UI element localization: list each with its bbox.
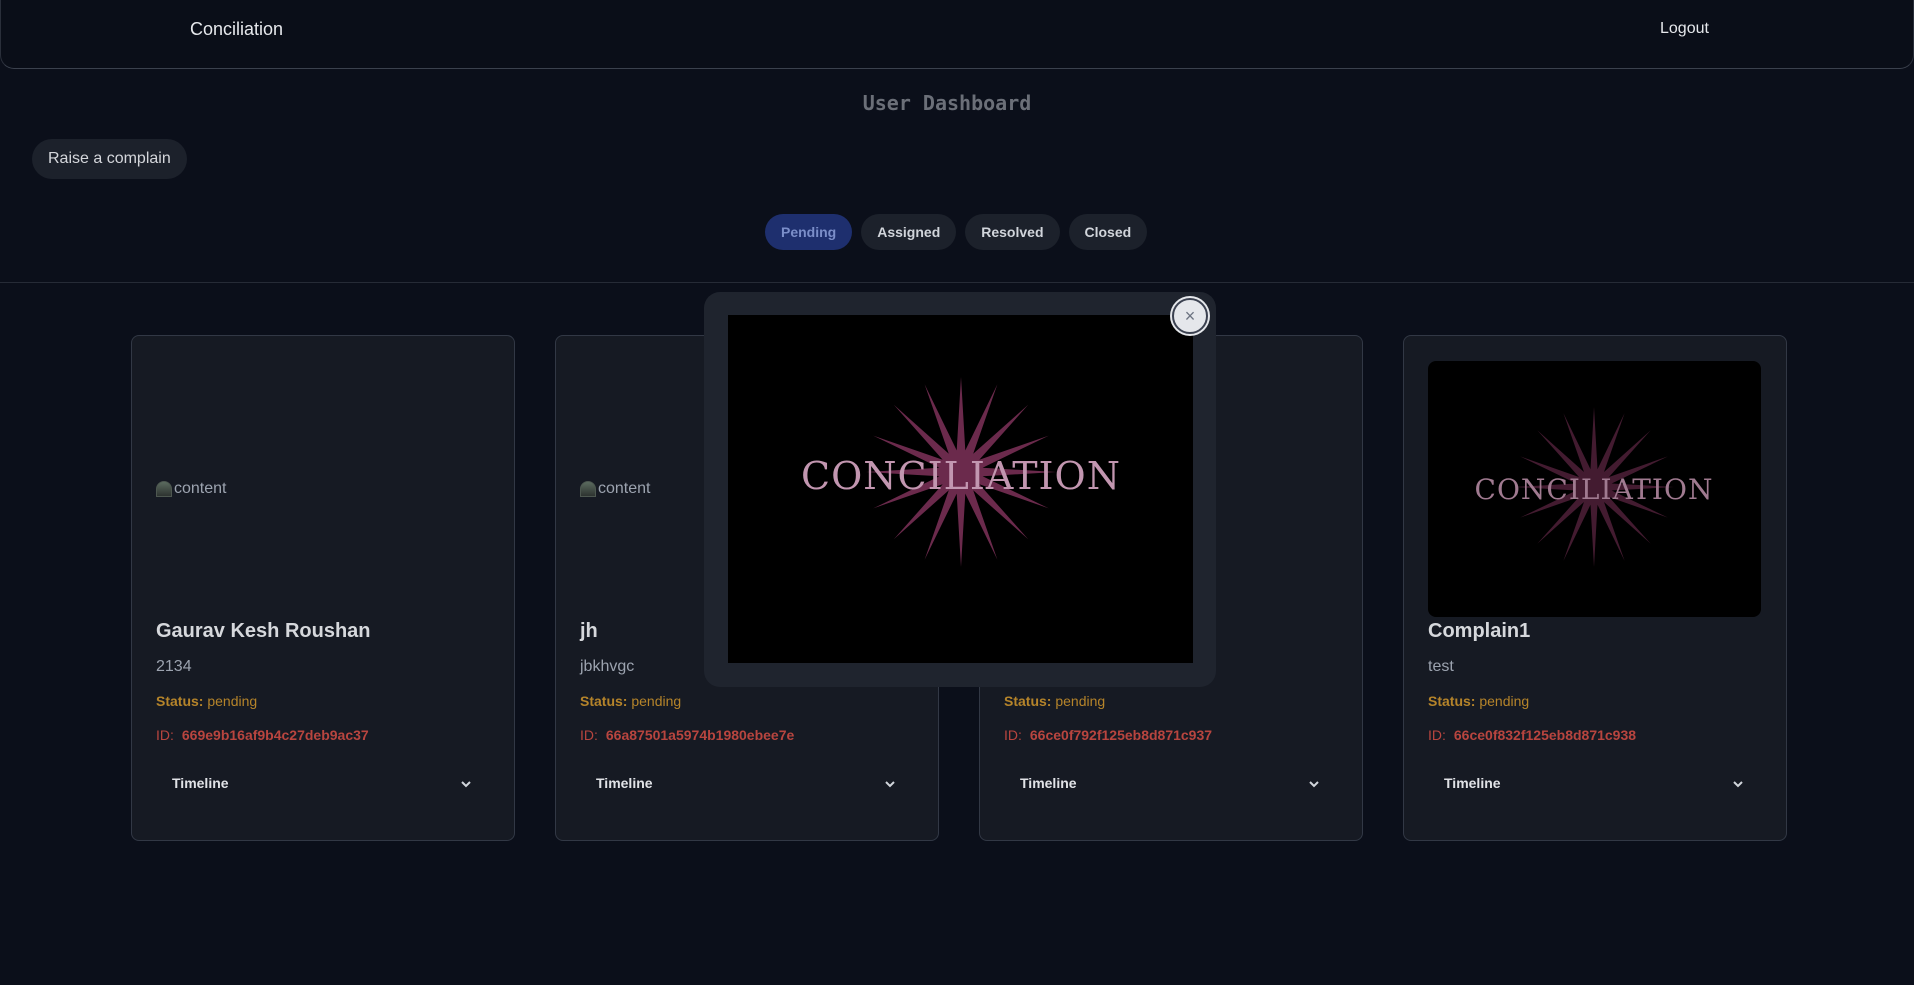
id-value: 669e9b16af9b4c27deb9ac37: [181, 727, 369, 743]
card-description: test: [1428, 658, 1454, 675]
status-label: Status:: [1428, 693, 1476, 709]
timeline-accordion[interactable]: Timeline: [1428, 763, 1761, 803]
timeline-accordion[interactable]: Timeline: [1004, 763, 1337, 803]
card-status: Status: pending: [1004, 693, 1105, 709]
image-alt-text: content: [174, 480, 227, 497]
broken-image-icon: [156, 481, 172, 497]
section-divider: [0, 282, 1914, 283]
complaint-card: content Gaurav Kesh Roushan 2134 Status:…: [131, 335, 515, 841]
page-title: User Dashboard: [862, 91, 1032, 115]
image-alt-text: content: [598, 480, 651, 497]
logout-button[interactable]: Logout: [1660, 20, 1709, 38]
status-tabs: Pending Assigned Resolved Closed: [765, 214, 1148, 250]
card-title: jh: [580, 620, 598, 642]
card-description: jbkhvgc: [580, 658, 635, 675]
status-label: Status:: [580, 693, 628, 709]
card-status: Status: pending: [156, 693, 257, 709]
card-status: Status: pending: [1428, 693, 1529, 709]
id-label: ID:: [1428, 727, 1446, 743]
card-id: ID: 66a87501a5974b1980ebee7e: [580, 727, 794, 743]
tab-pending[interactable]: Pending: [765, 214, 853, 250]
chevron-down-icon: [461, 781, 471, 788]
status-label: Status:: [156, 693, 204, 709]
image-preview-modal: CONCILIATION: [704, 292, 1216, 687]
status-value: pending: [1055, 693, 1106, 709]
raise-complaint-button[interactable]: Raise a complain: [32, 139, 187, 179]
chevron-down-icon: [1733, 781, 1743, 788]
timeline-accordion[interactable]: Timeline: [580, 763, 913, 803]
chevron-down-icon: [885, 781, 895, 788]
card-image-broken: content: [156, 361, 489, 617]
id-value: 66ce0f792f125eb8d871c937: [1029, 727, 1213, 743]
timeline-label: Timeline: [596, 775, 653, 791]
card-image[interactable]: CONCILIATION: [1428, 361, 1761, 617]
tab-resolved[interactable]: Resolved: [965, 214, 1060, 250]
id-label: ID:: [156, 727, 174, 743]
logo-text: CONCILIATION: [1475, 473, 1714, 506]
tab-assigned[interactable]: Assigned: [861, 214, 957, 250]
id-value: 66ce0f832f125eb8d871c938: [1453, 727, 1637, 743]
complaint-card: CONCILIATION Complain1 test Status: pend…: [1403, 335, 1787, 841]
broken-image-icon: [580, 481, 596, 497]
timeline-label: Timeline: [1020, 775, 1077, 791]
id-value: 66a87501a5974b1980ebee7e: [605, 727, 795, 743]
conciliation-logo: CONCILIATION: [728, 315, 1193, 663]
card-id: ID: 66ce0f792f125eb8d871c937: [1004, 727, 1212, 743]
logo-star-icon: CONCILIATION: [801, 377, 1121, 567]
chevron-down-icon: [1309, 781, 1319, 788]
top-navbar: Conciliation Logout: [0, 0, 1914, 69]
timeline-label: Timeline: [1444, 775, 1501, 791]
status-value: pending: [1479, 693, 1530, 709]
card-title: Complain1: [1428, 620, 1531, 642]
card-description: 2134: [156, 658, 192, 675]
card-id: ID: 66ce0f832f125eb8d871c938: [1428, 727, 1636, 743]
logo-star-icon: CONCILIATION: [1475, 407, 1714, 567]
timeline-accordion[interactable]: Timeline: [156, 763, 489, 803]
id-label: ID:: [1004, 727, 1022, 743]
id-label: ID:: [580, 727, 598, 743]
logo-text: CONCILIATION: [801, 454, 1121, 498]
brand-name[interactable]: Conciliation: [190, 19, 283, 40]
card-id: ID: 669e9b16af9b4c27deb9ac37: [156, 727, 369, 743]
status-value: pending: [631, 693, 682, 709]
close-icon[interactable]: ×: [1172, 298, 1208, 334]
conciliation-logo: CONCILIATION: [1428, 361, 1761, 617]
card-status: Status: pending: [580, 693, 681, 709]
card-title: Gaurav Kesh Roushan: [156, 620, 371, 642]
status-value: pending: [207, 693, 258, 709]
timeline-label: Timeline: [172, 775, 229, 791]
tab-closed[interactable]: Closed: [1068, 214, 1148, 250]
status-label: Status:: [1004, 693, 1052, 709]
